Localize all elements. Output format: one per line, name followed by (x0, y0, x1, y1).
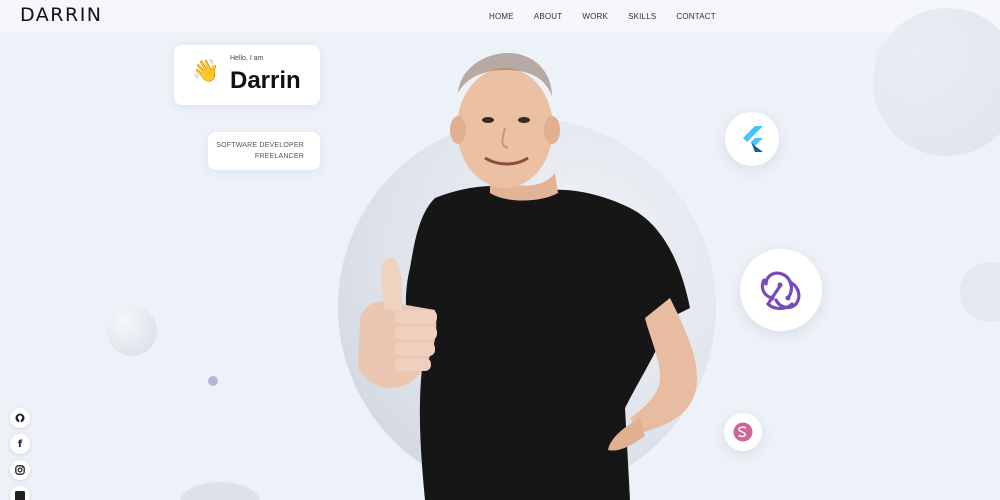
github-icon (15, 413, 25, 423)
flutter-icon (743, 126, 763, 152)
nav-home-link[interactable]: HOME (489, 12, 514, 21)
decorative-circle (960, 262, 1000, 322)
nav-work-link[interactable]: WORK (582, 12, 608, 21)
decorative-ball (107, 306, 157, 356)
facebook-icon: f (17, 438, 23, 450)
nav-contact-link[interactable]: CONTACT (676, 12, 715, 21)
role-text: SOFTWARE DEVELOPER (216, 142, 304, 149)
role-text: FREELANCER (254, 153, 304, 160)
name-heading: Darrin (230, 67, 301, 94)
redux-badge (740, 249, 822, 331)
site-logo[interactable]: DARRIN (20, 4, 103, 26)
greeting-text: Hello, I am (230, 55, 264, 62)
instagram-link[interactable] (10, 460, 30, 480)
instagram-icon (15, 465, 25, 475)
nav-about-link[interactable]: ABOUT (534, 12, 563, 21)
profile-photo (358, 53, 698, 500)
facebook-link[interactable]: f (10, 434, 30, 454)
redux-icon (760, 271, 801, 311)
role-card: SOFTWARE DEVELOPER FREELANCER (208, 132, 320, 170)
linkedin-link[interactable] (10, 486, 30, 500)
main-nav: HOME ABOUT WORK SKILLS CONTACT (489, 12, 736, 21)
sass-icon (733, 422, 753, 442)
intro-card: 👋 Hello, I am Darrin (174, 45, 320, 105)
github-link[interactable] (10, 408, 30, 428)
decorative-circle (180, 482, 260, 500)
flutter-badge (725, 112, 779, 166)
decorative-dot (208, 376, 218, 386)
linkedin-icon (15, 491, 25, 500)
sass-badge (724, 413, 762, 451)
waving-hand-icon: 👋 (192, 58, 220, 83)
nav-skills-link[interactable]: SKILLS (628, 12, 656, 21)
